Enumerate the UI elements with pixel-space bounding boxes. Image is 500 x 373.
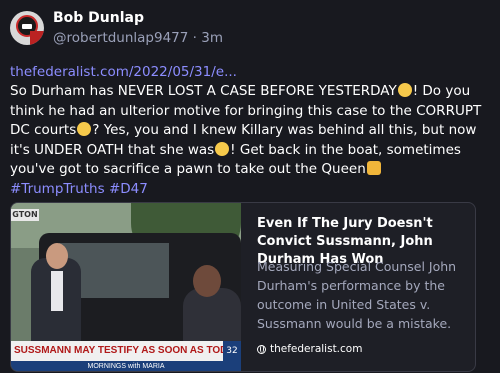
card-source[interactable]: thefederalist.com [257, 343, 362, 355]
astonished-face-icon [215, 141, 230, 156]
post-text-1: So Durham has NEVER LOST A CASE BEFORE Y… [10, 83, 397, 99]
flushed-face-icon [397, 83, 412, 97]
author-handle[interactable]: @robertdunlap9477 · 3m [53, 30, 223, 46]
card-source-label: thefederalist.com [270, 343, 363, 355]
author-name[interactable]: Bob Dunlap [53, 10, 144, 26]
card-image: GTON SUSSMANN MAY TESTIFY AS SOON AS TOD… [11, 203, 241, 371]
image-chyron: SUSSMANN MAY TESTIFY AS SOON AS TODAY [11, 341, 223, 361]
post: Bob Dunlap @robertdunlap9477 · 3m thefed… [0, 0, 500, 373]
handle-text: @robertdunlap9477 [53, 30, 189, 46]
hashtag-trumptruths[interactable]: #TrumpTruths [10, 181, 105, 197]
globe-icon [257, 344, 266, 354]
image-sign: GTON [11, 209, 39, 221]
post-time: 3m [201, 30, 224, 46]
post-link[interactable]: thefederalist.com/2022/05/31/e... [10, 64, 237, 80]
author-avatar[interactable] [10, 11, 44, 45]
card-description: Measuring Special Counsel John Durham's … [257, 259, 457, 331]
handle-separator: · [192, 30, 197, 46]
image-clock: 32 [223, 341, 241, 361]
post-body: So Durham has NEVER LOST A CASE BEFORE Y… [10, 82, 494, 199]
hashtag-d47[interactable]: #D47 [109, 181, 148, 197]
thinking-face-icon [77, 122, 92, 136]
oncoming-fist-icon [366, 161, 381, 175]
image-ticker: MORNINGS with MARIA [11, 361, 241, 371]
link-preview-card[interactable]: GTON SUSSMANN MAY TESTIFY AS SOON AS TOD… [10, 202, 476, 372]
flag-icon [30, 31, 44, 45]
